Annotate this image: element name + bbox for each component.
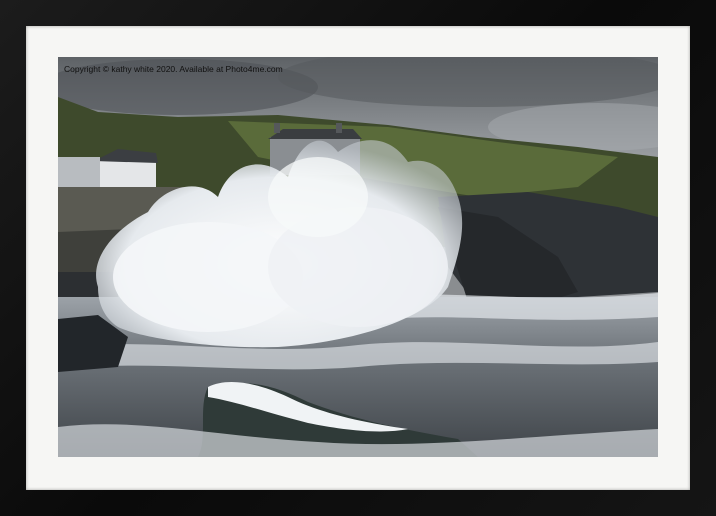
chimney <box>274 123 280 133</box>
chimney <box>336 123 342 133</box>
cottage <box>98 159 156 189</box>
copyright-watermark: Copyright © kathy white 2020. Available … <box>64 64 283 74</box>
house-roof <box>268 129 362 139</box>
framed-photograph: Copyright © kathy white 2020. Available … <box>58 57 658 457</box>
spray-cloud <box>268 157 368 237</box>
storm-wave-scene <box>58 57 658 457</box>
cottage <box>58 157 100 187</box>
